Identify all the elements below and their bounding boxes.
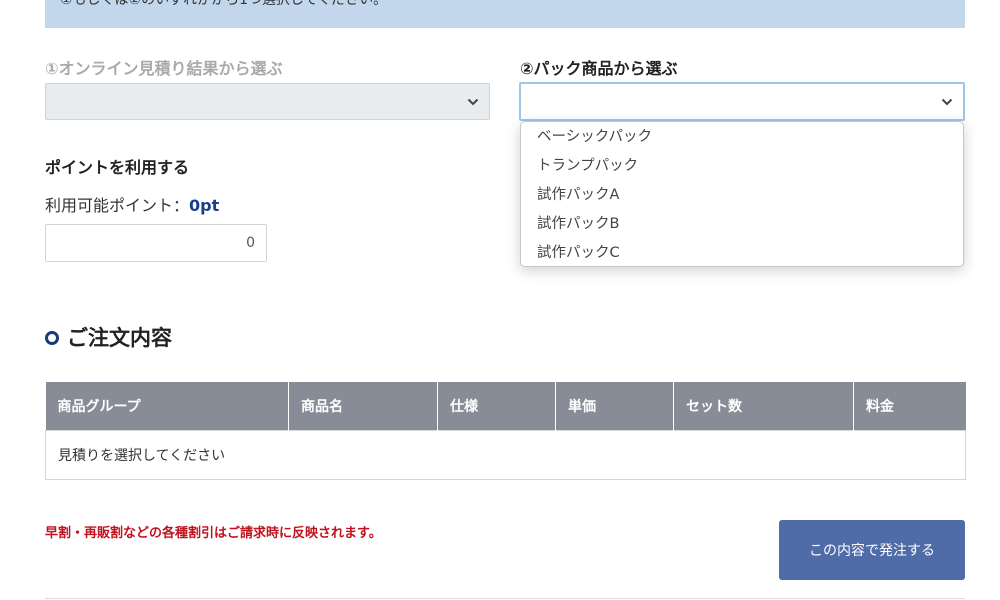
chevron-down-icon (467, 98, 479, 105)
instruction-text: ①もしくは②のいずれかから1つ選択してください。 (60, 0, 388, 8)
dropdown-option[interactable]: トランプパック (521, 153, 963, 182)
table-header-row: 商品グループ 商品名 仕様 単価 セット数 料金 (45, 382, 966, 430)
points-section-title: ポイントを利用する (45, 158, 190, 177)
pack-dropdown-list: ベーシックパック トランプパック 試作パックA 試作パックB 試作パックC (520, 121, 964, 267)
column-header: 商品グループ (45, 382, 289, 430)
column-header: セット数 (673, 382, 854, 430)
order-heading-text: ご注文内容 (67, 326, 172, 350)
available-points-label: 利用可能ポイント： (45, 196, 190, 215)
circle-bullet-icon (45, 331, 59, 345)
estimate-select (45, 83, 490, 120)
dropdown-option[interactable]: 試作パックC (521, 240, 963, 269)
discount-notice: 早割・再販割などの各種割引はご請求時に反映されます。 (45, 526, 382, 541)
place-order-button[interactable]: この内容で発注する (779, 520, 965, 580)
order-table: 商品グループ 商品名 仕様 単価 セット数 料金 見積りを選択してください (45, 382, 966, 480)
estimate-select-label: ①オンライン見積り結果から選ぶ (45, 59, 283, 78)
column-header: 商品名 (288, 382, 438, 430)
column-header: 単価 (555, 382, 674, 430)
dropdown-option[interactable]: ベーシックパック (521, 124, 963, 153)
dropdown-option[interactable]: 試作パックA (521, 182, 963, 211)
available-points-value: 0pt (189, 196, 220, 215)
points-input[interactable]: 0 (45, 224, 267, 262)
available-points: 利用可能ポイント：0pt (45, 192, 219, 216)
empty-table-message: 見積りを選択してください (45, 429, 966, 480)
column-header: 料金 (853, 382, 966, 430)
instruction-banner: ①もしくは②のいずれかから1つ選択してください。 (45, 0, 965, 28)
table-row: 見積りを選択してください (45, 429, 966, 480)
divider (45, 598, 965, 599)
dropdown-option[interactable]: 試作パックB (521, 211, 963, 240)
chevron-down-icon (941, 98, 953, 105)
column-header: 仕様 (437, 382, 556, 430)
pack-select[interactable] (519, 82, 965, 121)
pack-select-label: ②パック商品から選ぶ (520, 59, 678, 78)
